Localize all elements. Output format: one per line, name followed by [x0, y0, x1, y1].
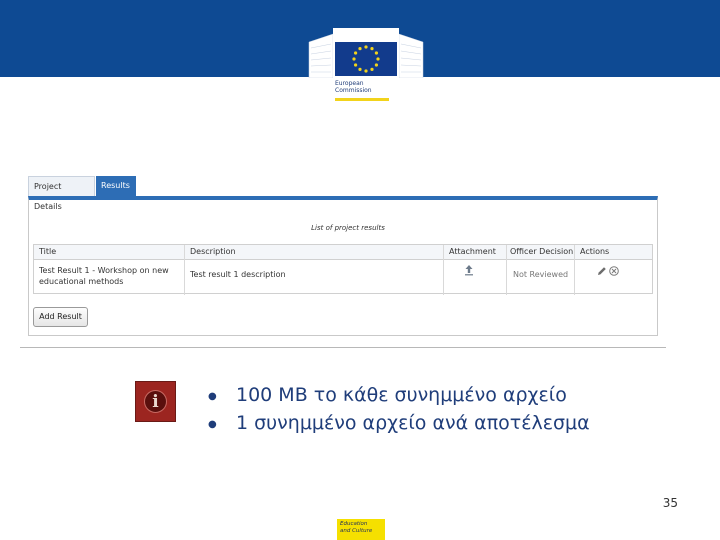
table-caption: List of project results	[311, 224, 385, 232]
tab-project-details[interactable]: Project Details	[28, 176, 95, 211]
column-header-officer-decision[interactable]: Officer Decision	[510, 247, 573, 256]
education-culture-logo: Education and Culture	[337, 519, 385, 540]
column-header-actions: Actions	[580, 247, 610, 256]
column-divider	[506, 245, 507, 295]
row-title-line-2: educational methods	[39, 277, 124, 286]
note-text: 100 MB το κάθε συνημμένο αρχείο	[236, 384, 567, 406]
bullet-icon: ●	[208, 391, 217, 402]
add-result-button[interactable]: Add Result	[33, 307, 88, 327]
tab-results[interactable]: Results	[96, 176, 136, 196]
results-table: Title Description Attachment Officer Dec…	[33, 244, 653, 295]
column-header-attachment[interactable]: Attachment	[449, 247, 496, 256]
row-title-line-1: Test Result 1 - Workshop on new	[39, 266, 169, 275]
european-commission-logo: European Commission	[307, 22, 425, 104]
column-header-title[interactable]: Title	[39, 247, 56, 256]
results-panel: List of project results Title Descriptio…	[28, 196, 658, 336]
table-header: Title Description Attachment Officer Dec…	[34, 245, 652, 260]
note-text: 1 συνημμένο αρχείο ανά αποτέλεσμα	[236, 412, 590, 434]
logo-line-1: European	[335, 80, 364, 87]
column-divider	[443, 245, 444, 295]
column-divider	[574, 245, 575, 295]
logo-line-2: Commission	[335, 87, 372, 94]
footer-line-1: Education	[340, 521, 368, 527]
row-description: Test result 1 description	[190, 270, 286, 279]
footer-line-2: and Culture	[340, 528, 373, 534]
row-officer-decision: Not Reviewed	[513, 270, 569, 279]
bullet-icon: ●	[208, 419, 217, 430]
upload-arrow-icon[interactable]	[464, 264, 474, 276]
delete-circle-x-icon[interactable]	[608, 265, 620, 277]
column-header-description[interactable]: Description	[190, 247, 236, 256]
results-screenshot: Project Details Results List of project …	[20, 166, 666, 348]
edit-pencil-icon[interactable]	[596, 265, 608, 277]
logo-underline	[335, 98, 389, 101]
page-number: 35	[662, 496, 678, 510]
column-divider	[184, 245, 185, 295]
screenshot-divider	[20, 347, 666, 348]
commission-building-icon	[308, 28, 424, 78]
info-icon: i	[135, 381, 176, 422]
